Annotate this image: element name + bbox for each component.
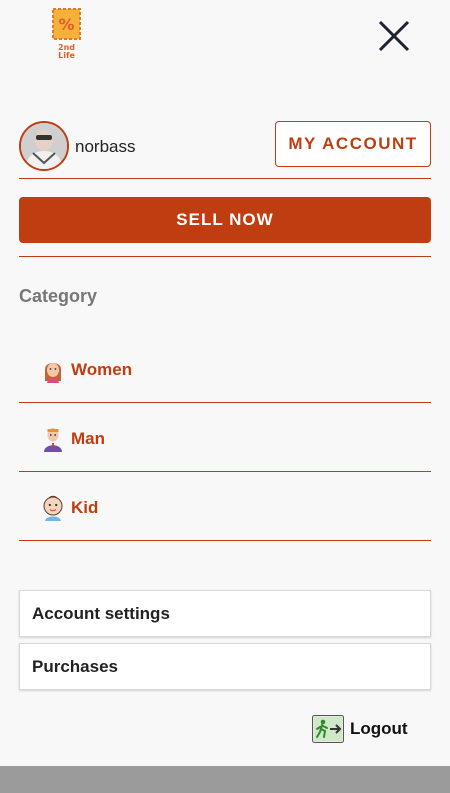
divider [19,471,431,472]
category-label-kid: Kid [71,498,99,517]
username: norbass [75,137,136,156]
svg-text:Life: Life [58,51,75,60]
divider [19,178,431,179]
woman-icon [45,363,61,383]
divider [19,256,431,257]
category-label-women: Women [71,360,133,379]
category-item-man[interactable]: Man [19,404,431,472]
sell-now-button[interactable]: SELL NOW [19,197,431,243]
category-label-man: Man [71,429,105,448]
user-row: norbass MY ACCOUNT [19,121,431,171]
purchases-button[interactable]: Purchases [19,643,431,690]
logout-button[interactable]: Logout [312,714,408,744]
divider [19,402,431,403]
category-heading: Category [19,286,98,306]
close-icon[interactable] [376,18,412,54]
logout-label: Logout [350,719,408,738]
category-item-women[interactable]: Women [19,335,431,403]
2nd-life-logo[interactable]: % 2nd Life [52,8,81,60]
avatar[interactable] [19,121,69,171]
avatar-photo [21,123,67,169]
category-item-kid[interactable]: Kid [19,473,431,541]
my-account-button[interactable]: MY ACCOUNT [275,121,431,167]
bottom-bar [0,766,450,793]
exit-icon [312,715,344,743]
kid-icon [43,495,63,521]
account-settings-button[interactable]: Account settings [19,590,431,637]
divider [19,540,431,541]
man-icon [44,428,62,452]
svg-text:%: % [58,15,74,34]
